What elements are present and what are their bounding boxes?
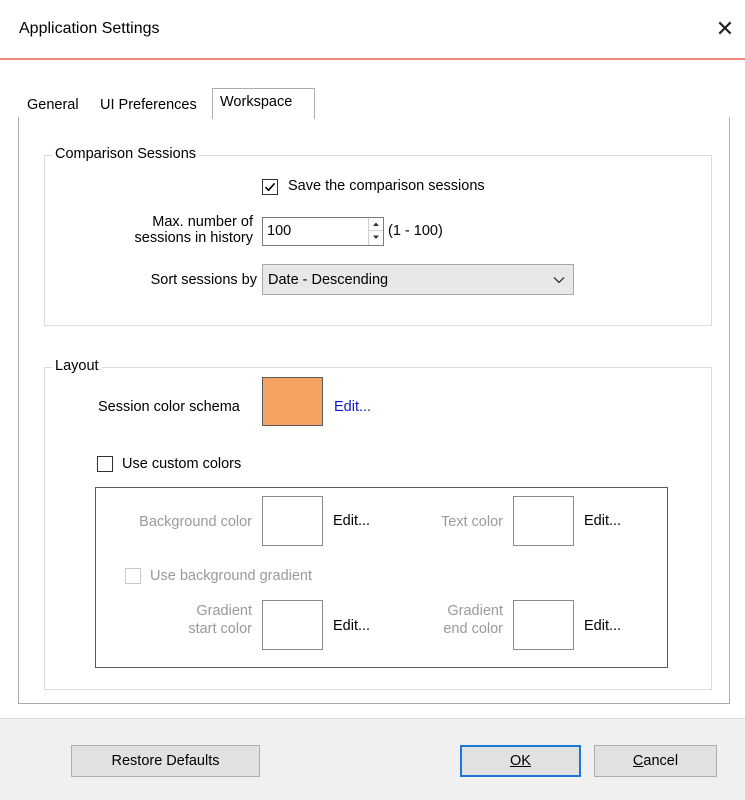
layout-legend: Layout: [52, 358, 102, 374]
stepper-buttons: [368, 218, 383, 245]
gradient-start-edit-button[interactable]: Edit...: [333, 618, 370, 635]
text-color-label: Text color: [440, 514, 503, 530]
ok-button[interactable]: OK: [460, 745, 581, 777]
max-sessions-stepper[interactable]: 100: [262, 217, 384, 246]
cancel-button[interactable]: Cancel: [594, 745, 717, 777]
gradient-end-label-line1: Gradient: [447, 603, 503, 619]
gradient-start-swatch: [262, 600, 323, 650]
gradient-start-label-line1: Gradient: [196, 603, 252, 619]
text-color-edit-button[interactable]: Edit...: [584, 513, 621, 530]
tab-workspace[interactable]: Workspace: [212, 88, 315, 119]
stepper-up-button[interactable]: [369, 218, 383, 231]
comparison-sessions-legend: Comparison Sessions: [52, 146, 200, 162]
cancel-button-label: Cancel: [632, 753, 679, 769]
tab-general[interactable]: General: [20, 93, 86, 117]
session-color-swatch: [262, 377, 323, 426]
background-color-label: Background color: [139, 514, 252, 530]
triangle-up-icon: [373, 222, 379, 226]
triangle-down-icon: [373, 235, 379, 239]
gradient-end-swatch: [513, 600, 574, 650]
close-icon[interactable]: ✕: [713, 14, 737, 44]
max-sessions-value: 100: [267, 223, 292, 239]
use-background-gradient-label: Use background gradient: [150, 568, 313, 584]
checkmark-icon: [264, 182, 276, 192]
chevron-down-icon: [553, 277, 565, 284]
gradient-end-label-line2: end color: [443, 621, 503, 637]
text-color-swatch: [513, 496, 574, 546]
window-title: Application Settings: [19, 20, 160, 37]
gradient-end-edit-button[interactable]: Edit...: [584, 618, 621, 635]
background-color-edit-button[interactable]: Edit...: [333, 513, 370, 530]
gradient-start-label-line2: start color: [188, 621, 252, 637]
use-custom-colors-label: Use custom colors: [122, 456, 242, 472]
session-color-edit-link[interactable]: Edit...: [334, 399, 371, 416]
restore-defaults-button[interactable]: Restore Defaults: [71, 745, 260, 777]
use-background-gradient-checkbox[interactable]: [125, 568, 141, 584]
max-sessions-label-line1: Max. number of: [152, 214, 253, 230]
sort-sessions-select[interactable]: Date - Descending: [262, 264, 574, 295]
sort-sessions-value: Date - Descending: [268, 272, 389, 288]
stepper-down-button[interactable]: [369, 231, 383, 245]
save-sessions-label: Save the comparison sessions: [288, 178, 485, 194]
save-sessions-checkbox[interactable]: [262, 179, 278, 195]
sort-sessions-label: Sort sessions by: [150, 272, 257, 288]
use-custom-colors-checkbox[interactable]: [97, 456, 113, 472]
max-sessions-range: (1 - 100): [388, 223, 443, 239]
ok-button-label: OK: [510, 753, 531, 769]
session-color-schema-label: Session color schema: [98, 399, 240, 415]
tab-ui-preferences[interactable]: UI Preferences: [93, 93, 204, 117]
max-sessions-label-line2: sessions in history: [134, 230, 253, 246]
background-color-swatch: [262, 496, 323, 546]
